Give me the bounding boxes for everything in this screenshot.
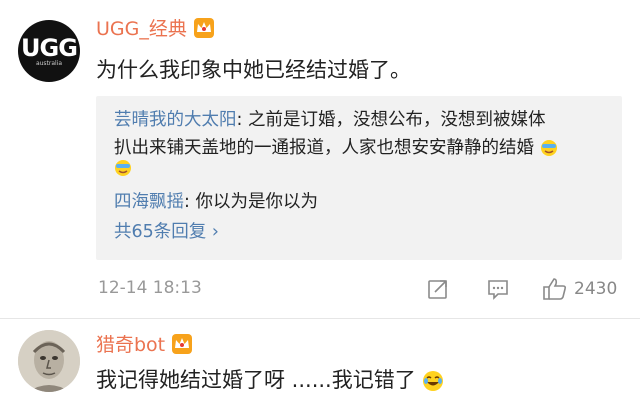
comment-icon (488, 280, 508, 300)
comment-button[interactable] (486, 276, 510, 302)
reply-text: : 之前是订婚，没想公布，没想到被媒体 (236, 110, 546, 130)
comment-timestamp: 12-14 18:13 (98, 278, 202, 298)
emoji-icon (540, 140, 557, 156)
like-count: 2430 (574, 279, 618, 299)
emoji-icon (115, 160, 131, 176)
reply-item: 四海飘摇: 你以为是你以为 (114, 188, 318, 213)
avatar-logo-text: UGG (21, 34, 78, 62)
more-replies-link[interactable]: 共65条回复 › (114, 218, 219, 243)
comment-username[interactable]: UGG_经典 (96, 14, 215, 41)
comment-text-body: 我记得她结过婚了呀 ......我记错了 (96, 368, 416, 392)
reply-username[interactable]: 芸晴我的大太阳 (114, 110, 237, 130)
laugh-cry-emoji-icon (423, 371, 444, 391)
username-label: 猎奇bot (96, 334, 166, 356)
reply-item: 芸晴我的大太阳: 之前是订婚，没想公布，没想到被媒体 (114, 106, 545, 131)
comment-divider (0, 318, 640, 319)
share-icon (428, 280, 447, 299)
username-label: UGG_经典 (96, 18, 187, 40)
comment-username[interactable]: 猎奇bot (96, 330, 193, 357)
avatar-portrait-icon (18, 330, 80, 392)
reply-text: : 你以为是你以为 (184, 192, 318, 212)
crown-badge-icon (193, 17, 214, 38)
avatar-logo-subtext: australia (35, 60, 63, 67)
avatar-ugg[interactable]: UGG australia (18, 20, 80, 82)
reply-text: 扒出来铺天盖地的一通报道，人家也想安安静静的结婚 (114, 138, 534, 158)
avatar-bot[interactable] (18, 330, 80, 392)
thumbs-up-icon (543, 278, 567, 300)
share-button[interactable] (426, 276, 450, 302)
comment-text: 我记得她结过婚了呀 ......我记错了 (96, 364, 444, 394)
like-button[interactable]: 2430 (542, 276, 617, 302)
crown-badge-icon (172, 333, 193, 354)
reply-item-continued: 扒出来铺天盖地的一通报道，人家也想安安静静的结婚 (114, 134, 558, 159)
reply-box: 芸晴我的大太阳: 之前是订婚，没想公布，没想到被媒体 扒出来铺天盖地的一通报道，… (96, 96, 622, 260)
comment-text: 为什么我印象中她已经结过婚了。 (96, 58, 411, 82)
reply-username[interactable]: 四海飘摇 (114, 192, 184, 212)
reply-item-emoji-line (114, 158, 132, 178)
